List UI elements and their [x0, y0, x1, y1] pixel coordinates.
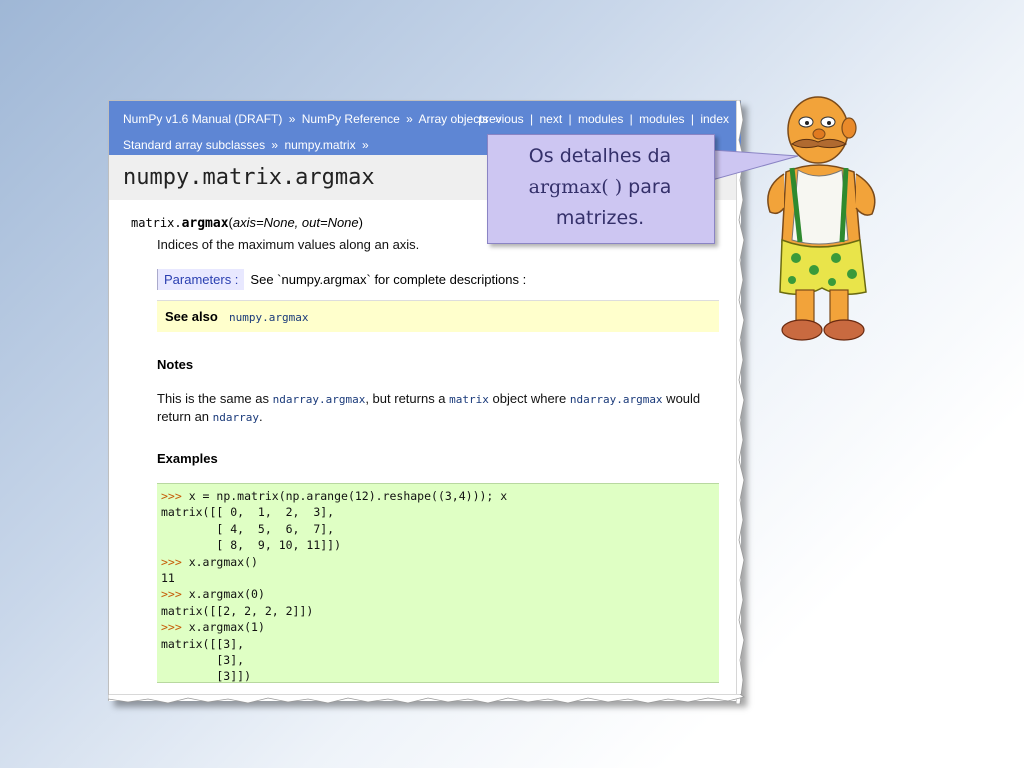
see-also-label: See also: [165, 309, 218, 324]
bubble-para: para: [622, 176, 672, 198]
breadcrumb-reference[interactable]: NumPy Reference: [302, 112, 400, 126]
page-title: numpy.matrix.argmax: [123, 165, 375, 190]
code-line: [3]]): [161, 669, 252, 684]
code-line: [3],: [161, 653, 245, 668]
breadcrumb-separator: »: [271, 138, 279, 152]
code-line: matrix([[ 0, 1, 2, 3],: [161, 505, 335, 520]
breadcrumb-row-2: Standard array subclasses » numpy.matrix…: [123, 138, 372, 152]
code-line: >>> x.argmax(0): [161, 587, 265, 602]
torn-edge-right: [736, 100, 745, 704]
see-also-link[interactable]: numpy.argmax: [229, 311, 308, 324]
torn-edge-bottom: [108, 694, 745, 704]
bubble-line-3: matrizes.: [555, 207, 645, 229]
see-also-box: See also numpy.argmax: [157, 300, 719, 332]
modules-link[interactable]: modules: [578, 112, 623, 126]
parameters-text: See `numpy.argmax` for complete descript…: [250, 272, 527, 287]
examples-heading: Examples: [157, 451, 218, 466]
link-separator: |: [690, 112, 694, 126]
code-line: matrix([[3],: [161, 636, 245, 651]
notes-text: object where: [488, 391, 570, 406]
parameters-label: Parameters :: [157, 269, 245, 290]
cartoon-man-illustration: [767, 96, 876, 341]
code-line: [ 8, 9, 10, 11]]): [161, 538, 342, 553]
code-prompt: >>>: [161, 489, 182, 503]
breadcrumb-manual[interactable]: NumPy v1.6 Manual (DRAFT): [123, 112, 282, 126]
next-link[interactable]: next: [539, 112, 562, 126]
signature-args: axis=None, out=None: [232, 215, 359, 230]
link-separator: |: [530, 112, 534, 126]
relbar-links: previous | next | modules | modules | in…: [478, 112, 729, 126]
notes-code-link[interactable]: ndarray.argmax: [273, 393, 366, 406]
code-line: 11: [161, 571, 175, 586]
breadcrumb-separator: »: [361, 138, 369, 152]
bubble-line-1: Os detalhes da: [528, 145, 672, 167]
signature-class: matrix.: [131, 216, 182, 230]
bubble-line-2: argmax( ) para: [487, 172, 713, 203]
previous-link[interactable]: previous: [478, 112, 523, 126]
notes-text: This is the same as: [157, 391, 273, 406]
function-signature: matrix.argmax(axis=None, out=None): [131, 215, 363, 231]
breadcrumb-subclasses[interactable]: Standard array subclasses: [123, 138, 265, 152]
signature-function: argmax: [181, 216, 229, 231]
parameters-row: Parameters : See `numpy.argmax` for compl…: [157, 269, 717, 291]
link-separator: |: [568, 112, 572, 126]
code-line: matrix([[2, 2, 2, 2]]): [161, 603, 314, 618]
breadcrumb-separator: »: [288, 112, 296, 126]
bubble-argmax: argmax( ): [528, 176, 623, 198]
modules-link-2[interactable]: modules: [639, 112, 684, 126]
code-line: >>> x.argmax(): [161, 554, 258, 569]
index-link[interactable]: index: [700, 112, 729, 126]
notes-heading: Notes: [157, 357, 194, 372]
notes-text: .: [259, 409, 263, 424]
notes-code-link[interactable]: ndarray.argmax: [570, 393, 663, 406]
code-prompt: >>>: [161, 587, 182, 602]
code-text: >>> x = np.matrix(np.arange(12).reshape(…: [157, 484, 719, 689]
code-line: >>> x = np.matrix(np.arange(12).reshape(…: [161, 489, 508, 503]
code-line: [ 4, 5, 6, 7],: [161, 521, 335, 536]
code-line: >>> x.argmax(1): [161, 620, 265, 635]
breadcrumb-matrix[interactable]: numpy.matrix: [284, 138, 355, 152]
notes-code-link[interactable]: matrix: [449, 393, 489, 406]
link-separator: |: [629, 112, 633, 126]
notes-text: , but returns a: [365, 391, 450, 406]
breadcrumb-separator: »: [406, 112, 413, 126]
notes-paragraph: This is the same as ndarray.argmax, but …: [157, 390, 727, 426]
code-prompt: >>>: [161, 554, 182, 569]
function-description: Indices of the maximum values along an a…: [157, 237, 420, 252]
speech-bubble-text: Os detalhes da argmax( ) para matrizes.: [487, 141, 713, 234]
code-prompt: >>>: [161, 620, 182, 635]
breadcrumb: NumPy v1.6 Manual (DRAFT) » NumPy Refere…: [123, 112, 505, 126]
code-example-block: >>> x = np.matrix(np.arange(12).reshape(…: [157, 483, 719, 683]
notes-code-link[interactable]: ndarray: [213, 411, 259, 424]
